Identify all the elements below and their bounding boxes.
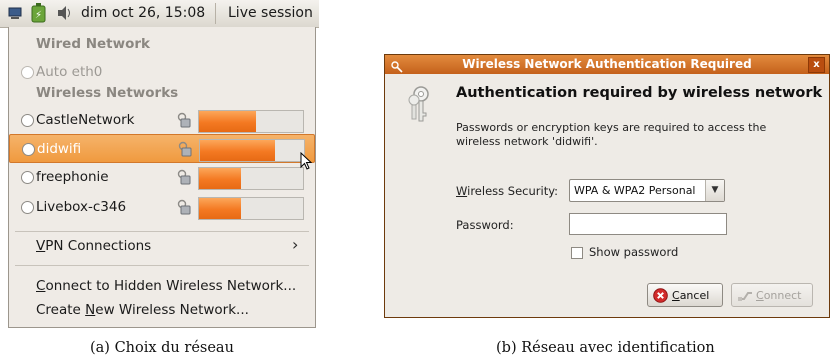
mnemonic: V [36, 238, 46, 254]
chevron-down-icon: ▼ [705, 180, 724, 201]
caption-b: (b) Réseau avec identification [496, 340, 715, 356]
volume-icon[interactable] [56, 5, 74, 25]
menu-separator [15, 231, 309, 232]
lock-icon [177, 199, 191, 219]
connect-icon [737, 288, 753, 305]
radio-button [21, 171, 34, 184]
button-label: Connect [756, 289, 802, 302]
top-panel-bar: ⚡ dim oct 26, 15:08 Live session [0, 0, 319, 28]
item-label: PN Connections [45, 238, 152, 254]
item-label-prefix: Create [36, 302, 86, 318]
wireless-security-select[interactable]: WPA & WPA2 Personal ▼ [569, 179, 725, 202]
signal-strength-bar [198, 110, 304, 133]
battery-icon[interactable]: ⚡ [30, 3, 48, 27]
create-new-network-item[interactable]: Create New Wireless Network... [36, 302, 249, 318]
chevron-right-icon: › [292, 235, 299, 254]
close-button[interactable]: x [808, 57, 825, 73]
live-session-label[interactable]: Live session [228, 5, 313, 21]
network-menu: Wired Network Auto eth0 Wireless Network… [8, 27, 316, 328]
network-label: Livebox-c346 [36, 199, 127, 215]
network-tray-icon[interactable] [8, 5, 24, 25]
signal-fill [199, 168, 241, 189]
signal-strength-bar [199, 139, 305, 162]
signal-fill [199, 198, 241, 219]
dialog-title: Wireless Network Authentication Required [462, 57, 752, 71]
network-menu-panel: ⚡ dim oct 26, 15:08 Live session Wired N… [0, 0, 319, 330]
dialog-heading: Authentication required by wireless netw… [456, 85, 823, 101]
mnemonic: C [672, 289, 680, 302]
radio-button [22, 143, 35, 156]
network-label: Auto eth0 [36, 64, 103, 80]
signal-strength-bar [198, 197, 304, 220]
network-label: didwifi [37, 141, 82, 157]
keys-icon [407, 85, 435, 129]
connect-button[interactable]: Connect [731, 283, 813, 307]
password-label: Password: [456, 218, 514, 232]
dialog-description: Passwords or encryption keys are require… [456, 121, 767, 148]
mouse-pointer-icon [300, 151, 313, 174]
lock-icon [177, 112, 191, 132]
dialog-titlebar[interactable]: Wireless Network Authentication Required… [385, 55, 829, 74]
network-label: CastleNetwork [36, 112, 135, 128]
button-label: Cancel [672, 289, 709, 302]
network-label: freephonie [36, 169, 109, 185]
svg-text:⚡: ⚡ [35, 10, 42, 21]
menu-item-auto-eth0[interactable]: Auto eth0 [9, 58, 315, 87]
caption-a: (a) Choix du réseau [90, 340, 234, 356]
signal-fill [200, 140, 275, 161]
item-label: ew Wireless Network... [95, 302, 249, 318]
menu-item-didwifi[interactable]: didwifi [9, 134, 315, 163]
menu-item-freephonie[interactable]: freephonie [9, 163, 315, 192]
password-field[interactable] [569, 213, 727, 235]
menu-separator [15, 265, 309, 266]
wireless-networks-header: Wireless Networks [36, 85, 179, 101]
menu-item-livebox-c346[interactable]: Livebox-c346 [9, 193, 315, 222]
signal-strength-bar [198, 167, 304, 190]
label-rest: ancel [679, 289, 710, 302]
mnemonic: W [456, 184, 468, 198]
cancel-button[interactable]: Cancel [647, 283, 723, 307]
label-rest: onnect [763, 289, 802, 302]
wireless-auth-dialog: Wireless Network Authentication Required… [384, 54, 830, 318]
lock-icon [177, 169, 191, 189]
connect-hidden-network-item[interactable]: Connect to Hidden Wireless Network... [36, 278, 296, 294]
mnemonic: N [85, 302, 96, 318]
vpn-connections-item[interactable]: VPN Connections [36, 238, 151, 254]
signal-fill [199, 111, 257, 132]
radio-button [21, 114, 34, 127]
item-label: onnect to Hidden Wireless Network... [45, 278, 297, 294]
lock-icon [178, 141, 192, 161]
radio-button [21, 201, 34, 214]
show-password-checkbox[interactable] [571, 247, 583, 259]
radio-button [21, 66, 34, 79]
wired-network-header: Wired Network [36, 36, 150, 52]
mnemonic: C [756, 289, 764, 302]
wireless-security-label: Wireless Security: [456, 184, 558, 198]
select-value: WPA & WPA2 Personal [574, 184, 696, 197]
cancel-icon [653, 288, 668, 306]
show-password-label[interactable]: Show password [589, 245, 678, 259]
panel-separator [215, 3, 216, 24]
label-text: ireless Security: [467, 184, 559, 198]
clock-label[interactable]: dim oct 26, 15:08 [81, 5, 205, 21]
menu-item-castlenetwork[interactable]: CastleNetwork [9, 106, 315, 135]
